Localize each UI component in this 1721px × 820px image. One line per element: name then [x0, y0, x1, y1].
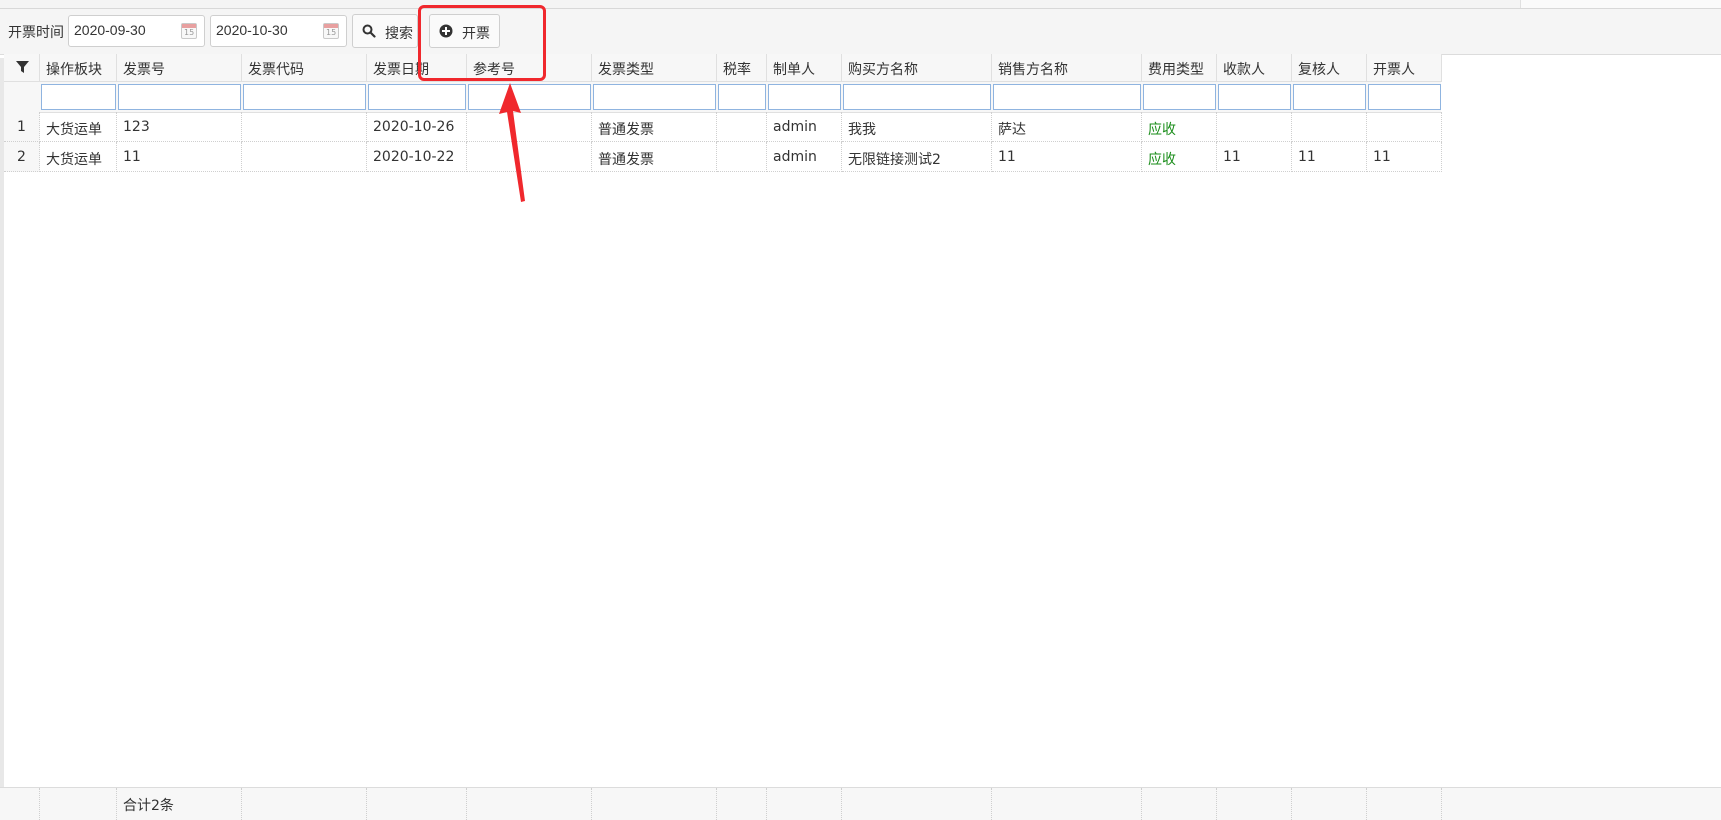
date-label: 开票时间: [8, 25, 64, 41]
table-cell[interactable]: [242, 112, 367, 142]
filter-header[interactable]: [4, 54, 40, 82]
footer-cell: [467, 788, 592, 820]
footer-cell: [592, 788, 717, 820]
table-cell[interactable]: 应收: [1142, 112, 1217, 142]
grid-footer: 合计2条: [0, 787, 1721, 820]
table-cell[interactable]: 11: [992, 142, 1142, 172]
table-cell[interactable]: 11: [1367, 142, 1442, 172]
table-cell[interactable]: 无限链接测试2: [842, 142, 992, 172]
column-filter-input[interactable]: [243, 84, 366, 110]
row-number: 2: [4, 142, 40, 172]
table-cell[interactable]: 123: [117, 112, 242, 142]
table-cell[interactable]: [717, 142, 767, 172]
toolbar: 开票时间 15 15 搜索 开票: [0, 9, 1721, 55]
footer-cell: [842, 788, 992, 820]
footer-cell: [1217, 788, 1292, 820]
column-filter-input[interactable]: [593, 84, 716, 110]
table-cell[interactable]: 11: [1292, 142, 1367, 172]
footer-cell: [242, 788, 367, 820]
column-header[interactable]: 发票号: [117, 54, 242, 82]
table-cell[interactable]: 11: [1217, 142, 1292, 172]
table-cell[interactable]: 大货运单: [40, 112, 117, 142]
column-header[interactable]: 开票人: [1367, 54, 1442, 82]
table-cell[interactable]: [717, 112, 767, 142]
table-cell[interactable]: 大货运单: [40, 142, 117, 172]
top-strip-right: [1520, 0, 1721, 8]
column-filter-input[interactable]: [718, 84, 766, 110]
table-cell[interactable]: [1217, 112, 1292, 142]
table-cell[interactable]: 应收: [1142, 142, 1217, 172]
annotation-highlight-box: [418, 5, 546, 81]
footer-cell: [367, 788, 467, 820]
column-header[interactable]: 制单人: [767, 54, 842, 82]
calendar-icon[interactable]: 15: [323, 23, 339, 39]
start-date-field[interactable]: 15: [68, 15, 205, 47]
table-cell[interactable]: 普通发票: [592, 142, 717, 172]
footer-cell: [767, 788, 842, 820]
end-date-field[interactable]: 15: [210, 15, 347, 47]
end-date-input[interactable]: [216, 22, 306, 38]
search-icon: [362, 24, 376, 38]
column-header[interactable]: 销售方名称: [992, 54, 1142, 82]
column-filter-input[interactable]: [1293, 84, 1366, 110]
footer-cell: [1142, 788, 1217, 820]
table-cell[interactable]: 萨达: [992, 112, 1142, 142]
column-header[interactable]: 发票代码: [242, 54, 367, 82]
table-cell[interactable]: [1292, 112, 1367, 142]
start-date-input[interactable]: [74, 22, 164, 38]
table-cell[interactable]: 2020-10-26: [367, 112, 467, 142]
footer-cell: [717, 788, 767, 820]
calendar-icon[interactable]: 15: [181, 23, 197, 39]
table-cell[interactable]: [242, 142, 367, 172]
table-cell[interactable]: admin: [767, 142, 842, 172]
filter-row: [0, 82, 1441, 113]
footer-cell: [1292, 788, 1367, 820]
row-number: 1: [4, 112, 40, 142]
column-filter-input[interactable]: [843, 84, 991, 110]
column-filter-input[interactable]: [993, 84, 1141, 110]
table-cell[interactable]: 11: [117, 142, 242, 172]
table-cell[interactable]: 普通发票: [592, 112, 717, 142]
column-filter-input[interactable]: [1218, 84, 1291, 110]
annotation-arrow: [499, 83, 525, 202]
footer-cell: [40, 788, 117, 820]
search-button[interactable]: 搜索: [352, 14, 418, 48]
column-filter-input[interactable]: [1143, 84, 1216, 110]
column-filter-input[interactable]: [1368, 84, 1441, 110]
column-header[interactable]: 税率: [717, 54, 767, 82]
footer-cell: [4, 788, 40, 820]
column-header[interactable]: 购买方名称: [842, 54, 992, 82]
column-filter-input[interactable]: [768, 84, 841, 110]
column-header[interactable]: 收款人: [1217, 54, 1292, 82]
table-cell[interactable]: 2020-10-22: [367, 142, 467, 172]
filter-icon[interactable]: [16, 61, 29, 74]
table-cell[interactable]: [1367, 112, 1442, 142]
column-header[interactable]: 费用类型: [1142, 54, 1217, 82]
footer-total: 合计2条: [117, 788, 242, 820]
column-filter-input[interactable]: [368, 84, 466, 110]
table-cell[interactable]: admin: [767, 112, 842, 142]
top-strip: [0, 0, 1721, 9]
left-gutter: [0, 58, 4, 819]
search-label: 搜索: [385, 26, 413, 42]
column-header[interactable]: 复核人: [1292, 54, 1367, 82]
footer-cell: [992, 788, 1142, 820]
table-cell[interactable]: 我我: [842, 112, 992, 142]
column-header[interactable]: 发票类型: [592, 54, 717, 82]
column-filter-input[interactable]: [118, 84, 241, 110]
footer-cell: [1367, 788, 1442, 820]
column-filter-input[interactable]: [41, 84, 116, 110]
column-header[interactable]: 操作板块: [40, 54, 117, 82]
